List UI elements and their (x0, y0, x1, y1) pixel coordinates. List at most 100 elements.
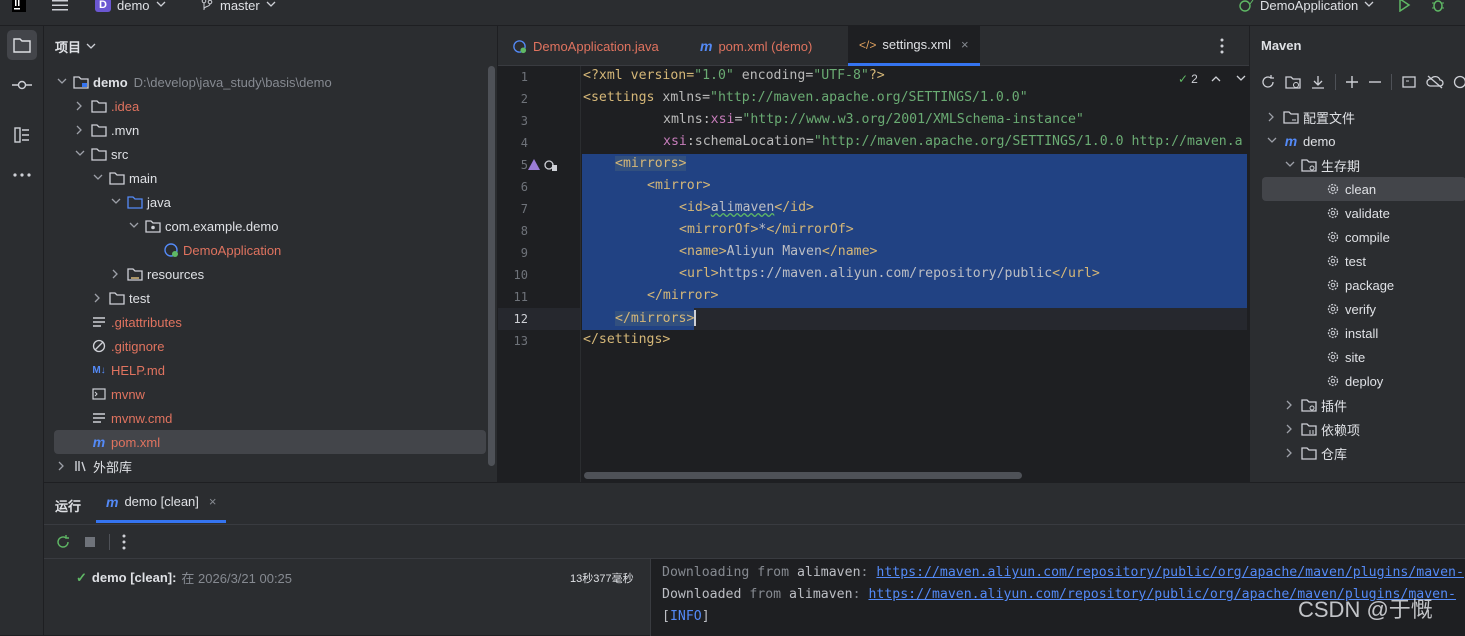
run-config-selector[interactable]: DemoApplication (1238, 0, 1374, 12)
maven-goal-test[interactable]: test (1250, 249, 1465, 273)
code-line-4[interactable]: xsi:schemaLocation="http://maven.apache.… (663, 134, 1247, 149)
branch-switcher[interactable]: master (200, 0, 276, 12)
maven-profiles[interactable]: 配置文件 (1250, 105, 1465, 129)
inspection-widget[interactable]: ✓ 2 (1178, 72, 1246, 86)
code-line-8[interactable]: <mirrorOf>*</mirrorOf> (679, 222, 854, 237)
tree-item-mvn[interactable]: .mvn (44, 118, 484, 142)
offline-icon[interactable] (1426, 74, 1444, 90)
toggle-tests-icon[interactable] (1453, 75, 1465, 89)
chevron-down-icon[interactable] (74, 148, 86, 160)
stop-icon[interactable] (83, 535, 97, 549)
tree-item-src[interactable]: src (44, 142, 484, 166)
chevron-down-icon[interactable] (1284, 159, 1296, 171)
tree-item-idea[interactable]: .idea (44, 94, 484, 118)
maven-project-demo[interactable]: m demo (1250, 129, 1465, 153)
tab-demoapplication-java[interactable]: DemoApplication.java (512, 26, 659, 66)
tree-item-demoapplication[interactable]: DemoApplication (44, 238, 484, 262)
close-icon[interactable]: × (961, 37, 969, 52)
chevron-right-icon[interactable] (74, 100, 86, 112)
tree-item-mvnw[interactable]: mvnw (44, 382, 484, 406)
gutter-maven-icon[interactable] (544, 158, 558, 172)
chevron-right-icon[interactable] (1284, 423, 1296, 435)
tree-item-help-md[interactable]: M↓ HELP.md (44, 358, 484, 382)
maven-goal-package[interactable]: package (1250, 273, 1465, 297)
commit-tool-button[interactable] (7, 70, 37, 100)
close-icon[interactable]: × (209, 494, 217, 509)
code-line-6[interactable]: <mirror> (647, 178, 711, 193)
text-file-icon (91, 314, 107, 330)
more-tabs-icon[interactable] (1220, 38, 1224, 54)
chevron-right-icon[interactable] (92, 292, 104, 304)
chevron-down-icon[interactable] (92, 172, 104, 184)
chevron-down-icon[interactable] (110, 196, 122, 208)
tree-item-test[interactable]: test (44, 286, 484, 310)
more-tools-button[interactable] (7, 160, 37, 190)
minus-icon[interactable] (1368, 75, 1382, 89)
tree-item-main[interactable]: main (44, 166, 484, 190)
run-result-row[interactable]: ✓ demo [clean]: 在 2026/3/21 00:25 (76, 568, 292, 587)
code-line-12[interactable]: </mirrors> (615, 310, 696, 326)
code-line-5[interactable]: <mirrors> (615, 156, 686, 171)
maven-goal-install[interactable]: install (1250, 321, 1465, 345)
tab-pom-xml[interactable]: m pom.xml (demo) (700, 26, 812, 66)
tree-item-external-libs[interactable]: 外部库 (44, 454, 484, 478)
maven-goal-site[interactable]: site (1250, 345, 1465, 369)
more-icon[interactable] (122, 534, 126, 550)
maven-goal-deploy[interactable]: deploy (1250, 369, 1465, 393)
chevron-right-icon[interactable] (74, 124, 86, 136)
maven-goal-verify[interactable]: verify (1250, 297, 1465, 321)
rerun-icon[interactable] (55, 534, 71, 550)
run-tab-demo-clean[interactable]: m demo [clean] × (96, 483, 226, 523)
tree-item-pom-xml[interactable]: m pom.xml (54, 430, 486, 454)
execute-goal-icon[interactable] (1401, 74, 1417, 90)
tree-item-gitattributes[interactable]: .gitattributes (44, 310, 484, 334)
chevron-right-icon[interactable] (1284, 447, 1296, 459)
chevron-down-icon[interactable] (1266, 135, 1278, 147)
main-menu-icon[interactable] (52, 0, 68, 12)
maven-goal-clean[interactable]: clean (1262, 177, 1465, 201)
tree-item-package[interactable]: com.example.demo (44, 214, 484, 238)
code-line-7[interactable]: <id>alimaven</id> (679, 200, 814, 215)
code-line-10[interactable]: <url>https://maven.aliyun.com/repository… (679, 266, 1100, 281)
code-line-3[interactable]: xmlns:xsi="http://www.w3.org/2001/XMLSch… (663, 112, 1084, 127)
download-icon[interactable] (1310, 74, 1326, 90)
maven-goal-validate[interactable]: validate (1250, 201, 1465, 225)
chevron-right-icon[interactable] (110, 268, 122, 280)
code-line-13[interactable]: </settings> (583, 332, 670, 347)
chevron-right-icon[interactable] (56, 460, 68, 472)
maven-dependencies[interactable]: 依赖项 (1250, 417, 1465, 441)
project-switcher[interactable]: D demo (95, 0, 166, 12)
maven-lifecycle[interactable]: 生存期 (1250, 153, 1465, 177)
maven-repositories[interactable]: 仓库 (1250, 441, 1465, 465)
console-link[interactable]: https://maven.aliyun.com/repository/publ… (876, 565, 1464, 580)
code-line-11[interactable]: </mirror> (647, 288, 718, 303)
tree-item-gitignore[interactable]: .gitignore (44, 334, 484, 358)
maven-goal-compile[interactable]: compile (1250, 225, 1465, 249)
reload-icon[interactable] (1260, 74, 1276, 90)
chevron-right-icon[interactable] (1266, 111, 1278, 123)
code-line-9[interactable]: <name>Aliyun Maven</name> (679, 244, 878, 259)
code-line-1[interactable]: <?xml version="1.0" encoding="UTF-8"?> (583, 68, 885, 83)
tree-item-resources[interactable]: resources (44, 262, 484, 286)
vertical-scrollbar[interactable] (488, 66, 495, 466)
tree-root-demo[interactable]: demo D:\develop\java_study\basis\demo (44, 70, 484, 94)
chevron-down-icon[interactable] (128, 220, 140, 232)
project-tool-button[interactable] (7, 30, 37, 60)
chevron-down-icon[interactable] (56, 76, 68, 88)
run-icon[interactable] (1397, 0, 1411, 12)
reimport-folder-icon[interactable] (1285, 74, 1301, 90)
code-line-2[interactable]: <settings xmlns="http://maven.apache.org… (583, 90, 1028, 105)
tree-item-mvnw-cmd[interactable]: mvnw.cmd (44, 406, 484, 430)
project-panel-header[interactable]: 项目 (55, 37, 96, 56)
horizontal-scrollbar[interactable] (584, 472, 1022, 479)
structure-tool-button[interactable] (7, 120, 37, 150)
tree-item-java[interactable]: java (44, 190, 484, 214)
debug-icon[interactable] (1430, 0, 1446, 12)
gutter-marker-icon[interactable] (527, 158, 541, 172)
maven-plugins[interactable]: 插件 (1250, 393, 1465, 417)
panel-title: 运行 (55, 496, 81, 515)
app-logo[interactable] (12, 0, 26, 12)
add-icon[interactable] (1345, 75, 1359, 89)
tab-settings-xml[interactable]: </> settings.xml × (848, 26, 980, 66)
chevron-right-icon[interactable] (1284, 399, 1296, 411)
